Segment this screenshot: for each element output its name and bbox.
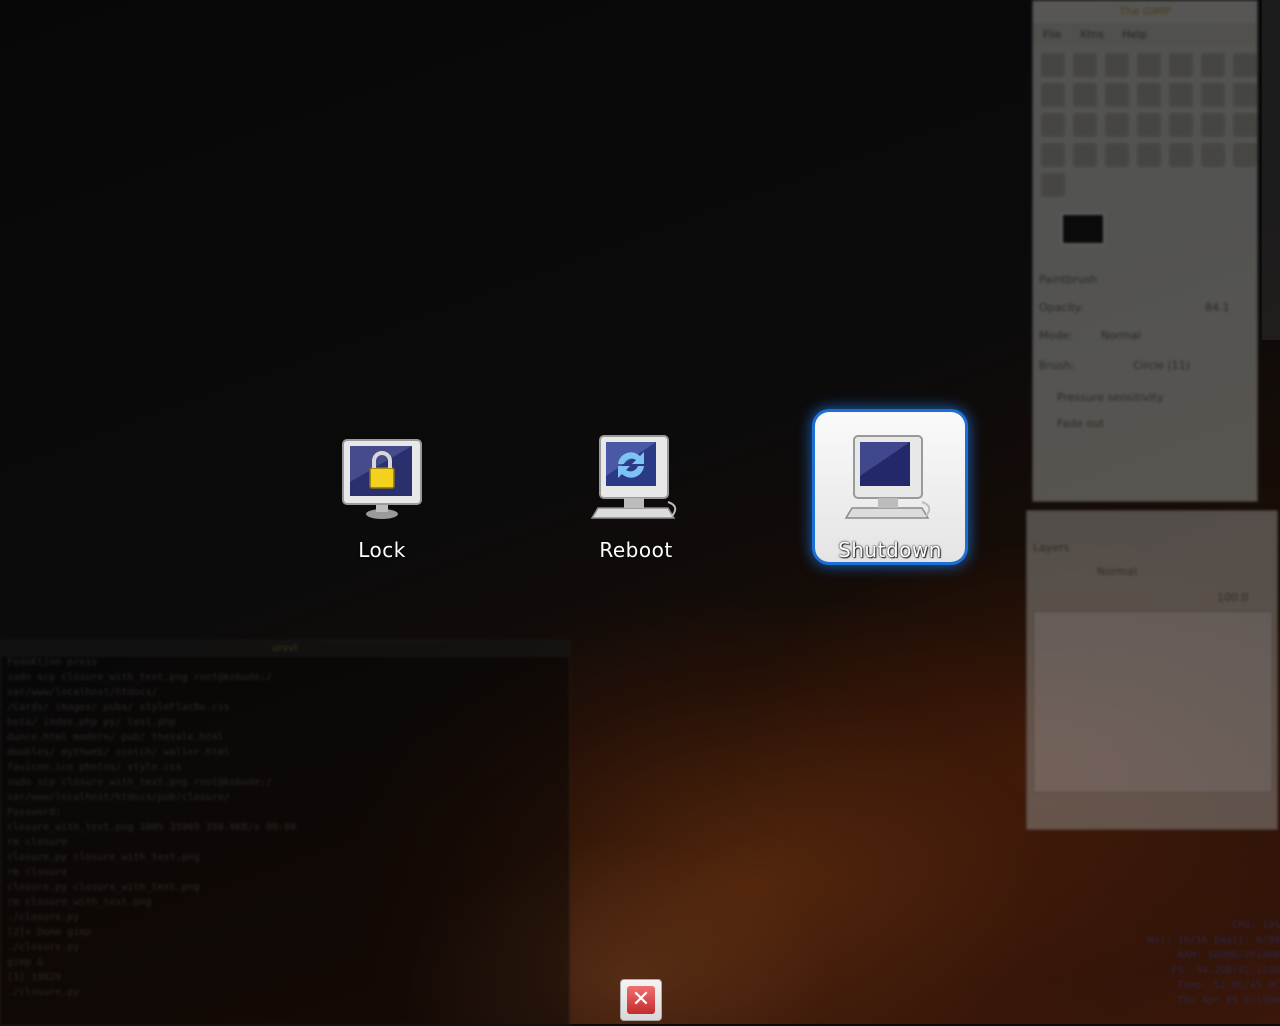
reboot-button[interactable]: Reboot (561, 412, 711, 562)
reboot-label: Reboot (599, 538, 673, 562)
monitor-lock-icon (342, 439, 422, 519)
cancel-button[interactable]: ✕ (620, 979, 662, 1021)
lock-button[interactable]: Lock (307, 412, 457, 562)
close-icon: ✕ (627, 986, 655, 1014)
lock-label: Lock (358, 538, 406, 562)
shutdown-label: Shutdown (838, 538, 942, 562)
shutdown-button[interactable]: Shutdown (815, 412, 965, 562)
computer-reboot-icon (590, 435, 677, 519)
computer-shutdown-icon (844, 435, 931, 519)
